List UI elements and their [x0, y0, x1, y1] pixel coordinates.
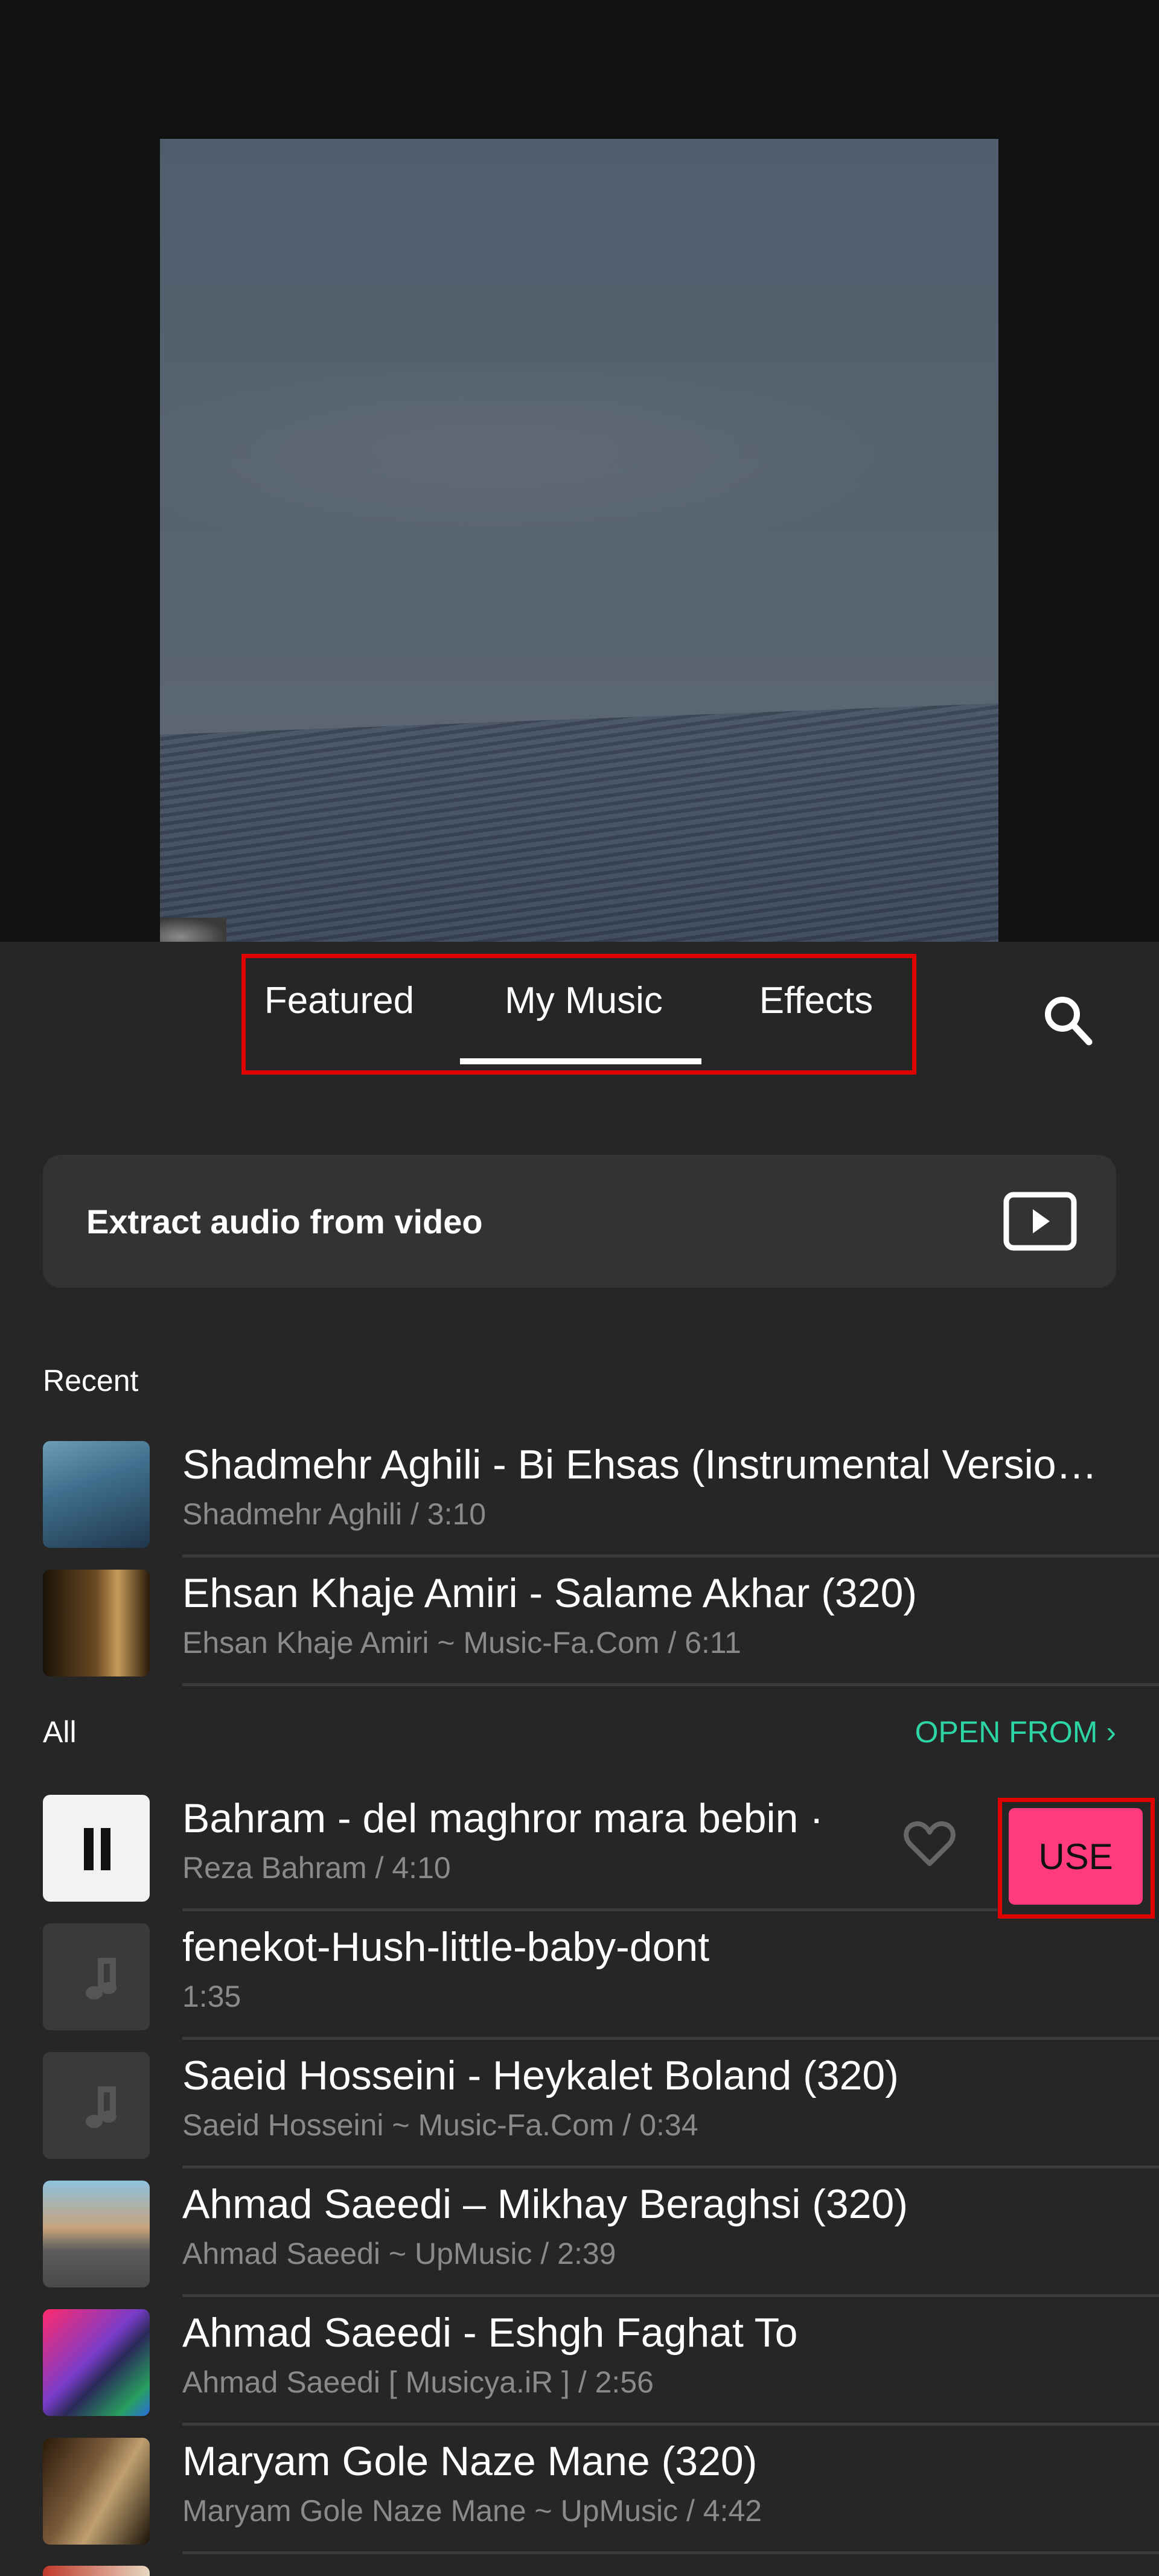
album-art-placeholder — [43, 2052, 150, 2159]
track-row[interactable]: Ahmad Saeedi – Mikhay Beraghsi (320) Ahm… — [0, 2169, 1159, 2297]
track-subtitle: Ahmad Saeedi ~ UpMusic / 2:39 — [182, 2237, 616, 2271]
track-title: fenekot-Hush-little-baby-dont — [182, 1924, 710, 1970]
track-title: Ehsan Khaje Amiri - Salame Akhar (320) — [182, 1570, 918, 1616]
video-play-icon — [1003, 1191, 1078, 1251]
track-row[interactable]: Saeid Hosseini - Heykalet Boland (320) S… — [0, 2040, 1159, 2169]
track-title: Saeid Hosseini - Heykalet Boland (320) — [182, 2053, 899, 2098]
search-button[interactable] — [1038, 990, 1099, 1050]
music-note-icon — [85, 1957, 117, 1999]
recent-track[interactable]: Shadmehr Aghili - Bi Ehsas (Instrumental… — [0, 1429, 1159, 1558]
album-art — [43, 2309, 150, 2416]
divider — [182, 1683, 1159, 1686]
album-art — [43, 1795, 150, 1902]
video-sea — [160, 703, 998, 942]
open-from-link[interactable]: OPEN FROM › — [915, 1715, 1116, 1750]
all-section-label: All — [43, 1715, 77, 1749]
track-subtitle: Maryam Gole Naze Mane ~ UpMusic / 4:42 — [182, 2494, 762, 2528]
video-cloud — [160, 368, 998, 574]
heart-icon — [904, 1821, 956, 1866]
extract-audio-button[interactable]: Extract audio from video — [43, 1155, 1116, 1288]
tab-featured[interactable]: Featured — [264, 958, 415, 1043]
album-art — [43, 2181, 150, 2287]
track-subtitle: Saeid Hosseini ~ Music-Fa.Com / 0:34 — [182, 2108, 698, 2142]
tab-effects[interactable]: Effects — [741, 958, 892, 1043]
open-from-label: OPEN FROM — [915, 1715, 1098, 1749]
search-icon — [1045, 997, 1093, 1046]
use-button[interactable]: USE — [1009, 1808, 1143, 1905]
track-row[interactable]: Ahmad Saeedi - Eshgh Faghat To Ahmad Sae… — [0, 2297, 1159, 2426]
track-title: Ahmad Saeedi - Eshgh Faghat To — [182, 2310, 798, 2356]
tab-bar: Featured My Music Effects — [0, 942, 1159, 1075]
album-art-partial — [43, 2566, 150, 2576]
recent-track[interactable]: Ehsan Khaje Amiri - Salame Akhar (320) E… — [0, 1558, 1159, 1686]
track-row-playing[interactable]: Bahram - del maghror mara bebin · Reza B… — [0, 1783, 1159, 1919]
pause-icon[interactable] — [79, 1828, 115, 1870]
divider — [182, 2551, 1159, 2554]
tab-group-highlight: Featured My Music Effects — [241, 954, 916, 1075]
track-subtitle: Shadmehr Aghili / 3:10 — [182, 1497, 487, 1531]
tab-my-music[interactable]: My Music — [460, 958, 707, 1043]
video-rock — [160, 918, 226, 942]
video-preview-area — [0, 0, 1159, 942]
track-subtitle: Reza Bahram / 4:10 — [182, 1851, 451, 1885]
music-note-icon — [85, 2086, 117, 2128]
track-subtitle: Ahmad Saeedi [ Musicya.iR ] / 2:56 — [182, 2365, 654, 2399]
track-subtitle: 1:35 — [182, 1980, 241, 2013]
album-art — [43, 2438, 150, 2545]
track-row[interactable]: fenekot-Hush-little-baby-dont 1:35 — [0, 1911, 1159, 2040]
track-title: Ahmad Saeedi – Mikhay Beraghsi (320) — [182, 2181, 908, 2227]
track-subtitle: Ehsan Khaje Amiri ~ Music-Fa.Com / 6:11 — [182, 1626, 741, 1660]
track-title: Bahram - del maghror mara bebin · — [182, 1795, 824, 1841]
album-art — [43, 1570, 150, 1676]
track-title: Shadmehr Aghili - Bi Ehsas (Instrumental… — [182, 1442, 1097, 1488]
recent-section-label: Recent — [43, 1364, 139, 1398]
album-art-placeholder — [43, 1923, 150, 2030]
album-art — [43, 1441, 150, 1548]
favorite-button[interactable] — [899, 1813, 960, 1873]
video-preview[interactable] — [160, 139, 998, 942]
chevron-right-icon: › — [1106, 1715, 1116, 1749]
extract-audio-label: Extract audio from video — [86, 1202, 483, 1241]
track-title: Maryam Gole Naze Mane (320) — [182, 2438, 758, 2484]
track-row[interactable]: Maryam Gole Naze Mane (320) Maryam Gole … — [0, 2426, 1159, 2554]
active-tab-indicator — [460, 1058, 701, 1064]
